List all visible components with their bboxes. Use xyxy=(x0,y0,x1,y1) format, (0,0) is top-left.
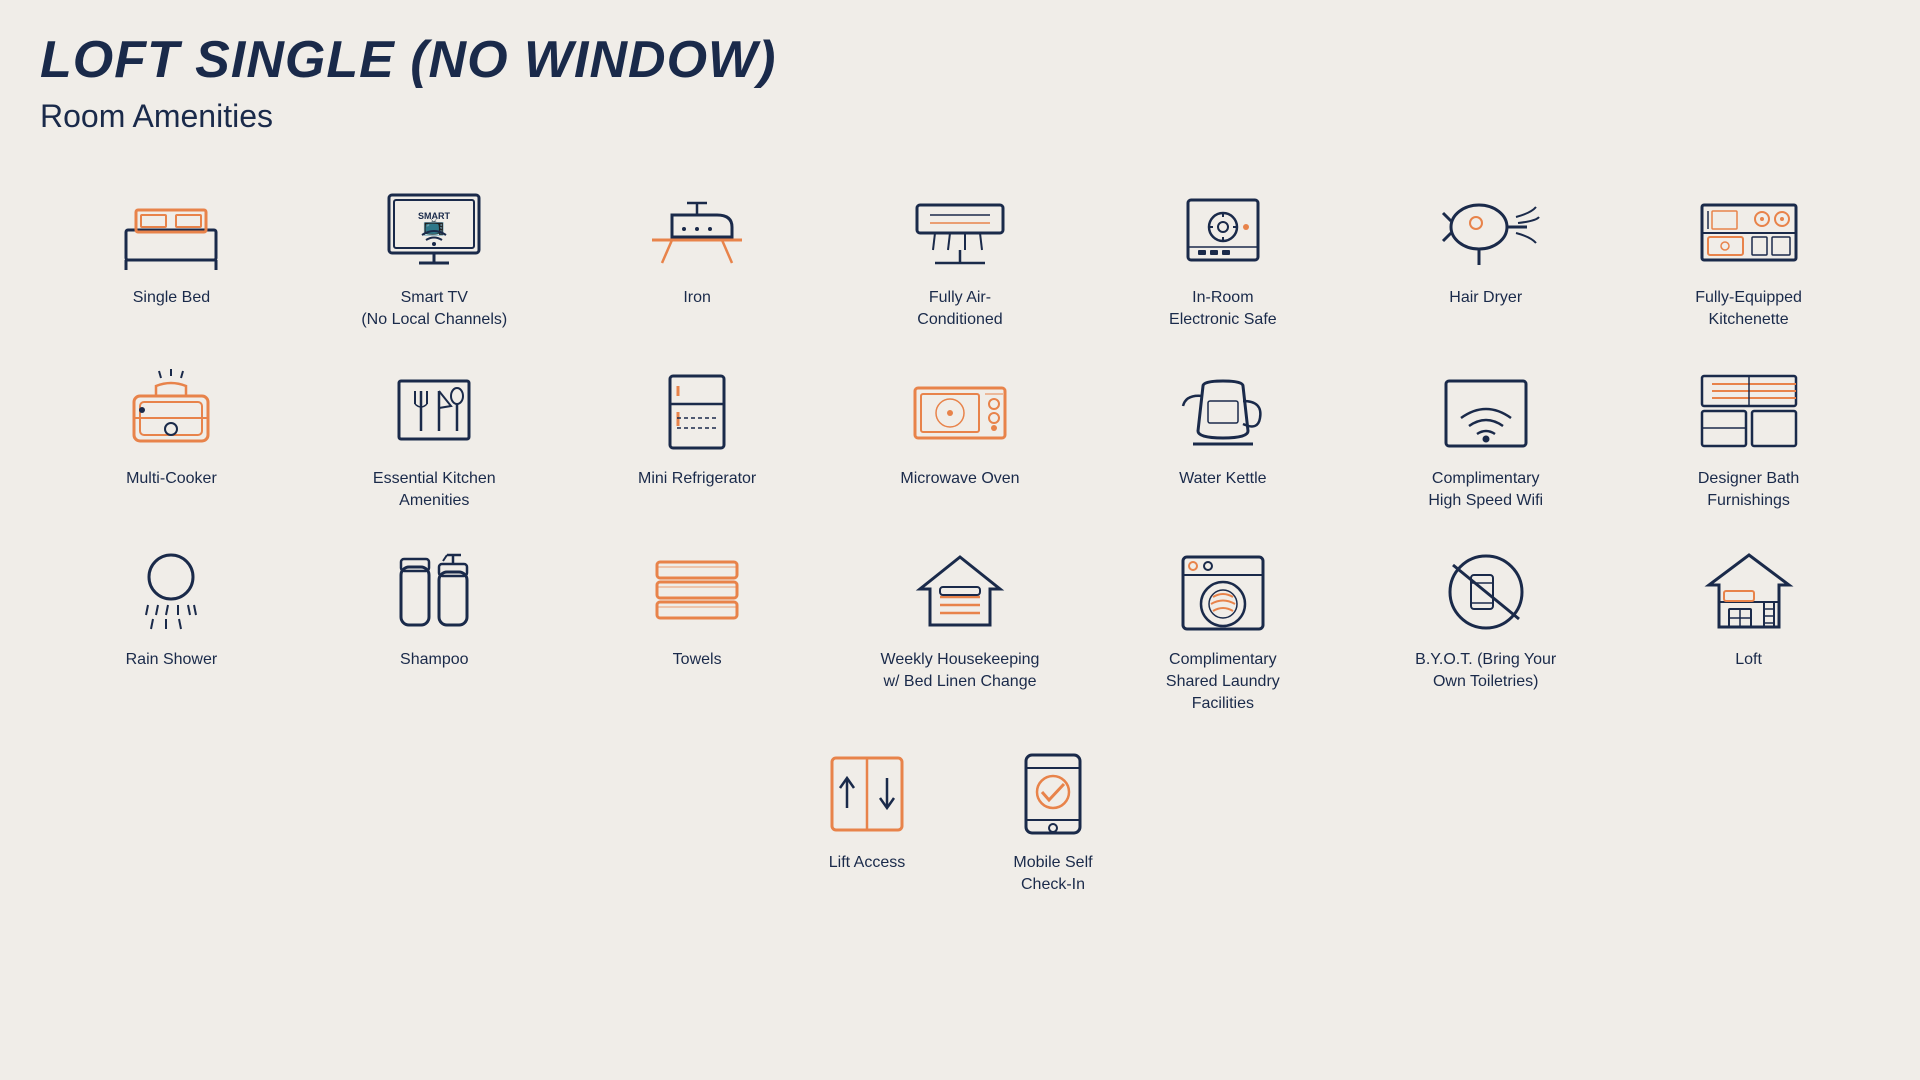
microwave-label: Microwave Oven xyxy=(900,468,1019,490)
lift-icon xyxy=(812,750,922,840)
kettle-icon xyxy=(1168,366,1278,456)
shower-icon xyxy=(116,547,226,637)
amenity-multi-cooker: Multi-Cooker xyxy=(40,356,303,527)
kitchen-icon xyxy=(379,366,489,456)
loft-icon xyxy=(1694,547,1804,637)
shampoo-label: Shampoo xyxy=(400,649,469,671)
amenity-shower: Rain Shower xyxy=(40,537,303,730)
bottom-amenities-row: Lift Access Mobile SelfCheck-In xyxy=(40,740,1880,911)
amenity-wifi: ComplimentaryHigh Speed Wifi xyxy=(1354,356,1617,527)
amenity-laundry: ComplimentaryShared LaundryFacilities xyxy=(1091,537,1354,730)
laundry-icon xyxy=(1168,547,1278,637)
wifi-label: ComplimentaryHigh Speed Wifi xyxy=(1428,468,1543,511)
iron-label: Iron xyxy=(683,287,711,309)
ac-label: Fully Air-Conditioned xyxy=(917,287,1002,330)
hair-dryer-label: Hair Dryer xyxy=(1449,287,1522,309)
laundry-label: ComplimentaryShared LaundryFacilities xyxy=(1166,649,1280,714)
towels-icon xyxy=(642,547,752,637)
single-bed-label: Single Bed xyxy=(133,287,210,309)
fridge-label: Mini Refrigerator xyxy=(638,468,756,490)
smart-tv-icon: SMART 📺 xyxy=(379,185,489,275)
iron-icon xyxy=(642,185,752,275)
amenity-safe: In-RoomElectronic Safe xyxy=(1091,175,1354,346)
ac-icon xyxy=(905,185,1015,275)
kettle-label: Water Kettle xyxy=(1179,468,1266,490)
kitchenette-label: Fully-EquippedKitchenette xyxy=(1695,287,1802,330)
checkin-icon xyxy=(998,750,1108,840)
single-bed-icon xyxy=(116,185,226,275)
amenity-housekeeping: Weekly Housekeepingw/ Bed Linen Change xyxy=(829,537,1092,730)
amenity-towels: Towels xyxy=(566,537,829,730)
byot-label: B.Y.O.T. (Bring YourOwn Toiletries) xyxy=(1415,649,1556,692)
safe-icon xyxy=(1168,185,1278,275)
wifi-icon xyxy=(1431,366,1541,456)
amenity-ac: Fully Air-Conditioned xyxy=(829,175,1092,346)
housekeeping-label: Weekly Housekeepingw/ Bed Linen Change xyxy=(881,649,1040,692)
amenity-lift: Lift Access xyxy=(804,740,930,911)
multi-cooker-label: Multi-Cooker xyxy=(126,468,217,490)
hair-dryer-icon xyxy=(1431,185,1541,275)
amenity-single-bed: Single Bed xyxy=(40,175,303,346)
amenity-kettle: Water Kettle xyxy=(1091,356,1354,527)
microwave-icon xyxy=(905,366,1015,456)
kitchen-label: Essential KitchenAmenities xyxy=(373,468,496,511)
kitchenette-icon xyxy=(1694,185,1804,275)
amenity-smart-tv: SMART 📺 Smart TV(No Local Channels) xyxy=(303,175,566,346)
safe-label: In-RoomElectronic Safe xyxy=(1169,287,1277,330)
shampoo-icon xyxy=(379,547,489,637)
housekeeping-icon xyxy=(905,547,1015,637)
lift-label: Lift Access xyxy=(829,852,905,874)
amenity-hair-dryer: Hair Dryer xyxy=(1354,175,1617,346)
amenity-kitchen: Essential KitchenAmenities xyxy=(303,356,566,527)
amenity-checkin: Mobile SelfCheck-In xyxy=(990,740,1116,911)
shower-label: Rain Shower xyxy=(126,649,218,671)
fridge-icon xyxy=(642,366,752,456)
loft-label: Loft xyxy=(1735,649,1762,671)
amenity-kitchenette: Fully-EquippedKitchenette xyxy=(1617,175,1880,346)
amenity-loft: Loft xyxy=(1617,537,1880,730)
amenity-fridge: Mini Refrigerator xyxy=(566,356,829,527)
towels-label: Towels xyxy=(673,649,722,671)
bath-label: Designer BathFurnishings xyxy=(1698,468,1799,511)
page-title: LOFT SINGLE (NO WINDOW) xyxy=(40,30,1880,90)
bath-icon xyxy=(1694,366,1804,456)
amenities-grid: Single Bed SMART 📺 Smart TV(No Local Cha… xyxy=(40,175,1880,730)
page-subtitle: Room Amenities xyxy=(40,98,1880,135)
smart-tv-label: Smart TV(No Local Channels) xyxy=(361,287,507,330)
amenity-shampoo: Shampoo xyxy=(303,537,566,730)
amenity-iron: Iron xyxy=(566,175,829,346)
byot-icon xyxy=(1431,547,1541,637)
multi-cooker-icon xyxy=(116,366,226,456)
amenity-microwave: Microwave Oven xyxy=(829,356,1092,527)
amenity-bath: Designer BathFurnishings xyxy=(1617,356,1880,527)
checkin-label: Mobile SelfCheck-In xyxy=(1013,852,1092,895)
amenity-byot: B.Y.O.T. (Bring YourOwn Toiletries) xyxy=(1354,537,1617,730)
